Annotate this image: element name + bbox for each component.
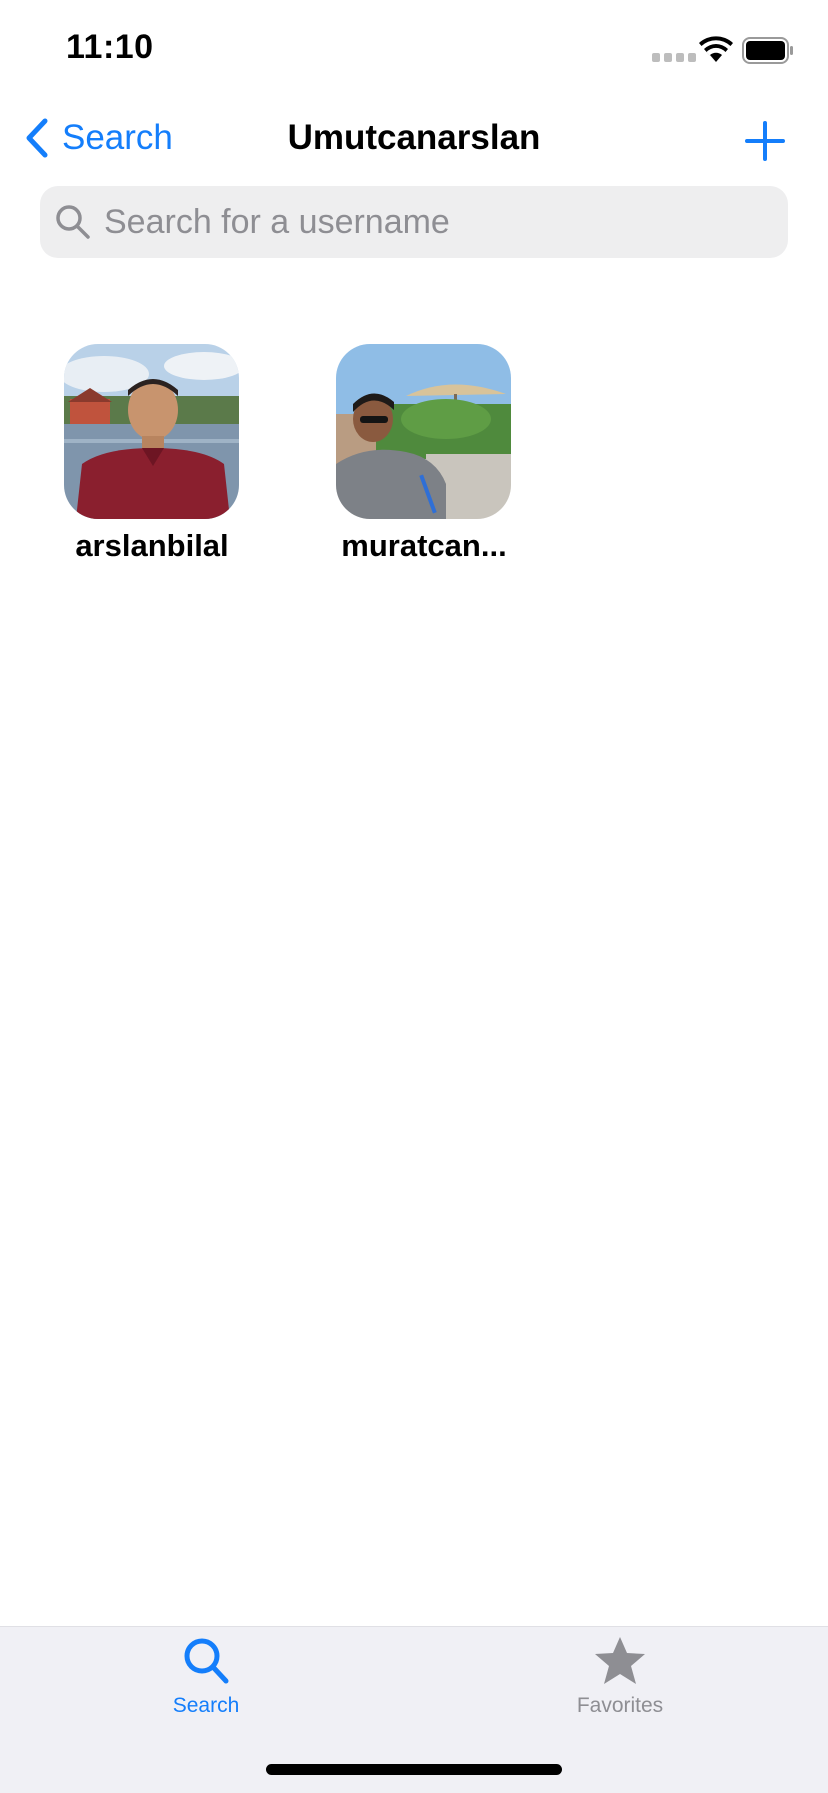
search-input[interactable] [102, 201, 766, 243]
tab-favorites[interactable]: Favorites [540, 1636, 700, 1726]
avatar [64, 344, 239, 519]
battery-icon [742, 37, 793, 64]
search-icon [56, 205, 90, 239]
plus-icon[interactable] [744, 120, 786, 162]
search-icon [184, 1638, 229, 1684]
page-title: Umutcanarslan [287, 118, 541, 157]
search-bar[interactable] [40, 186, 788, 258]
follower-cell[interactable]: arslanbilal [48, 344, 248, 574]
cellular-signal-icon [652, 53, 696, 62]
star-icon [595, 1637, 645, 1684]
tab-search[interactable]: Search [126, 1636, 286, 1726]
avatar [336, 344, 511, 519]
status-time: 11:10 [66, 28, 154, 66]
wifi-icon [699, 36, 733, 63]
follower-username: muratcan... [341, 528, 507, 563]
tab-label: Search [172, 1694, 240, 1717]
follower-cell[interactable]: muratcan... [320, 344, 520, 574]
tab-label: Favorites [576, 1694, 664, 1717]
follower-username: arslanbilal [75, 528, 229, 563]
home-indicator [266, 1764, 562, 1775]
